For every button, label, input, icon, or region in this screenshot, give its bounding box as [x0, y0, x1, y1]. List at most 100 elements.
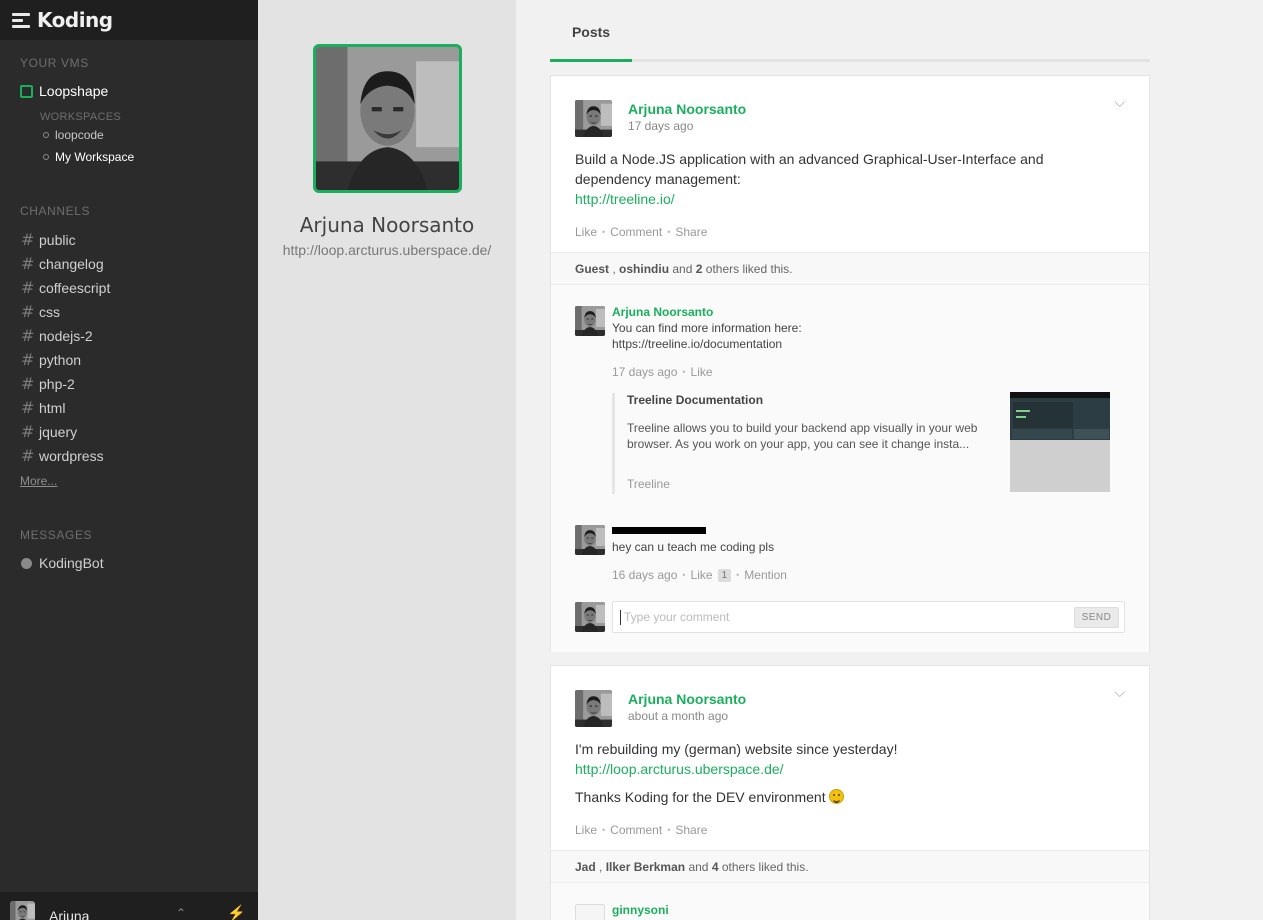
channel-label: wordpress: [39, 447, 104, 464]
feed-tabbar: Posts: [550, 0, 1150, 62]
preview-title[interactable]: Treeline Documentation: [627, 393, 763, 407]
channel-item-changelog[interactable]: # changelog: [21, 254, 104, 273]
hash-icon: #: [21, 398, 35, 417]
post-body: Build a Node.JS application with an adva…: [575, 149, 1105, 209]
likes-count[interactable]: 2: [696, 262, 703, 276]
likes-connector: and: [688, 860, 709, 874]
post-author[interactable]: Arjuna Noorsanto: [628, 691, 746, 707]
link-preview[interactable]: Treeline Documentation Treeline allows y…: [612, 392, 1112, 494]
send-button[interactable]: SEND: [1074, 607, 1119, 628]
post-text-line: Thanks Koding for the DEV environment: [575, 787, 1105, 807]
liker-name[interactable]: Jad: [575, 860, 596, 874]
post-author-avatar[interactable]: [575, 100, 612, 137]
channel-item-css[interactable]: # css: [21, 302, 60, 321]
comment-meta: 17 days ago • Like: [612, 365, 713, 379]
post-time: about a month ago: [628, 709, 729, 723]
likes-suffix: others liked this.: [721, 860, 809, 874]
comment-text: hey can u teach me coding pls: [612, 540, 775, 554]
post-link[interactable]: http://loop.arcturus.uberspace.de/: [575, 759, 1105, 779]
channel-label: changelog: [39, 255, 104, 272]
comment-link[interactable]: https://treeline.io/documentation: [612, 336, 782, 352]
lightning-icon[interactable]: ⚡: [227, 904, 246, 920]
user-name[interactable]: Arjuna: [49, 908, 89, 920]
vm-item-loopshape[interactable]: Loopshape: [20, 83, 108, 99]
comment-avatar[interactable]: [575, 306, 605, 336]
post-menu-chevron-icon[interactable]: ⌵: [1114, 94, 1125, 111]
post-card: Arjuna Noorsanto 17 days ago ⌵ Build a N…: [550, 75, 1150, 652]
comment-avatar[interactable]: [575, 904, 605, 920]
likes-count[interactable]: 4: [712, 860, 719, 874]
liker-name[interactable]: Ilker Berkman: [606, 860, 685, 874]
more-channels-link[interactable]: More...: [20, 474, 57, 488]
user-bar[interactable]: Arjuna ⌃ ⚡: [0, 892, 258, 920]
hash-icon: #: [21, 254, 35, 273]
comment-placeholder: Type your comment: [624, 610, 730, 624]
chevron-up-icon[interactable]: ⌃: [176, 906, 186, 920]
channel-item-nodejs-2[interactable]: # nodejs-2: [21, 326, 93, 345]
comment-button[interactable]: Comment: [610, 225, 662, 239]
messages-heading: MESSAGES: [20, 528, 93, 542]
tab-posts[interactable]: Posts: [550, 0, 632, 62]
comment-input[interactable]: Type your comment SEND: [612, 601, 1125, 633]
liker-name[interactable]: oshindiu: [619, 262, 669, 276]
message-item-kodingbot[interactable]: KodingBot: [21, 555, 104, 571]
likes-connector: and: [672, 262, 693, 276]
channel-item-public[interactable]: # public: [21, 230, 76, 249]
share-button[interactable]: Share: [675, 225, 707, 239]
post-author-avatar[interactable]: [575, 690, 612, 727]
your-vms-heading: YOUR VMS: [20, 56, 89, 70]
hash-icon: #: [21, 278, 35, 297]
channel-label: php-2: [39, 375, 75, 392]
comment-like-button[interactable]: Like: [691, 365, 713, 379]
channel-item-jquery[interactable]: # jquery: [21, 422, 77, 441]
comment-like-button[interactable]: Like: [691, 568, 713, 582]
comment-author[interactable]: Arjuna Noorsanto: [612, 305, 713, 319]
post-author[interactable]: Arjuna Noorsanto: [628, 101, 746, 117]
profile-avatar: [313, 44, 462, 193]
hash-icon: #: [21, 230, 35, 249]
mention-button[interactable]: Mention: [744, 568, 787, 582]
like-button[interactable]: Like: [575, 823, 597, 837]
smile-emoji-icon: [829, 789, 845, 804]
comment-avatar[interactable]: [575, 525, 605, 555]
preview-thumbnail[interactable]: [1010, 392, 1110, 492]
activity-feed: Posts Arjuna Noorsanto 17 days ago ⌵ Bui…: [516, 0, 1263, 920]
likes-suffix: others liked this.: [705, 262, 793, 276]
user-avatar[interactable]: [10, 901, 35, 920]
channels-heading: CHANNELS: [20, 204, 91, 218]
channel-label: html: [39, 399, 66, 416]
post-text: Thanks Koding for the DEV environment: [575, 789, 826, 805]
channel-label: jquery: [39, 423, 78, 440]
koding-logo[interactable]: Koding: [37, 8, 113, 32]
preview-host: Treeline: [627, 477, 670, 491]
post-time: 17 days ago: [628, 119, 694, 133]
message-label: KodingBot: [39, 555, 104, 571]
liker-name[interactable]: Guest: [575, 262, 609, 276]
channel-item-wordpress[interactable]: # wordpress: [21, 446, 104, 465]
workspace-item-loopcode[interactable]: loopcode: [43, 128, 104, 142]
workspace-label: loopcode: [55, 128, 104, 142]
channel-label: public: [39, 231, 76, 248]
comment-author[interactable]: ginnysoni: [612, 903, 669, 917]
like-count-badge[interactable]: 1: [717, 568, 732, 582]
comment-button[interactable]: Comment: [610, 823, 662, 837]
channel-label: python: [39, 351, 82, 368]
post-menu-chevron-icon[interactable]: ⌵: [1114, 684, 1125, 701]
hash-icon: #: [21, 422, 35, 441]
like-button[interactable]: Like: [575, 225, 597, 239]
profile-url[interactable]: http://loop.arcturus.uberspace.de/: [258, 242, 516, 258]
workspace-item-my-workspace[interactable]: My Workspace: [43, 150, 134, 164]
channel-item-php-2[interactable]: # php-2: [21, 374, 75, 393]
vm-status-icon: [20, 84, 33, 98]
post-text-line: I'm rebuilding my (german) website since…: [575, 741, 898, 757]
workspace-label: My Workspace: [55, 150, 135, 164]
channel-item-python[interactable]: # python: [21, 350, 81, 369]
post-link[interactable]: http://treeline.io/: [575, 189, 1105, 209]
post-actions: Like • Comment • Share: [575, 823, 708, 837]
channel-item-html[interactable]: # html: [21, 398, 65, 417]
menu-icon[interactable]: [12, 12, 30, 28]
share-button[interactable]: Share: [675, 823, 707, 837]
sidebar: Koding YOUR VMS Loopshape WORKSPACES loo…: [0, 0, 258, 920]
text-cursor: [620, 610, 621, 625]
channel-item-coffeescript[interactable]: # coffeescript: [21, 278, 110, 297]
